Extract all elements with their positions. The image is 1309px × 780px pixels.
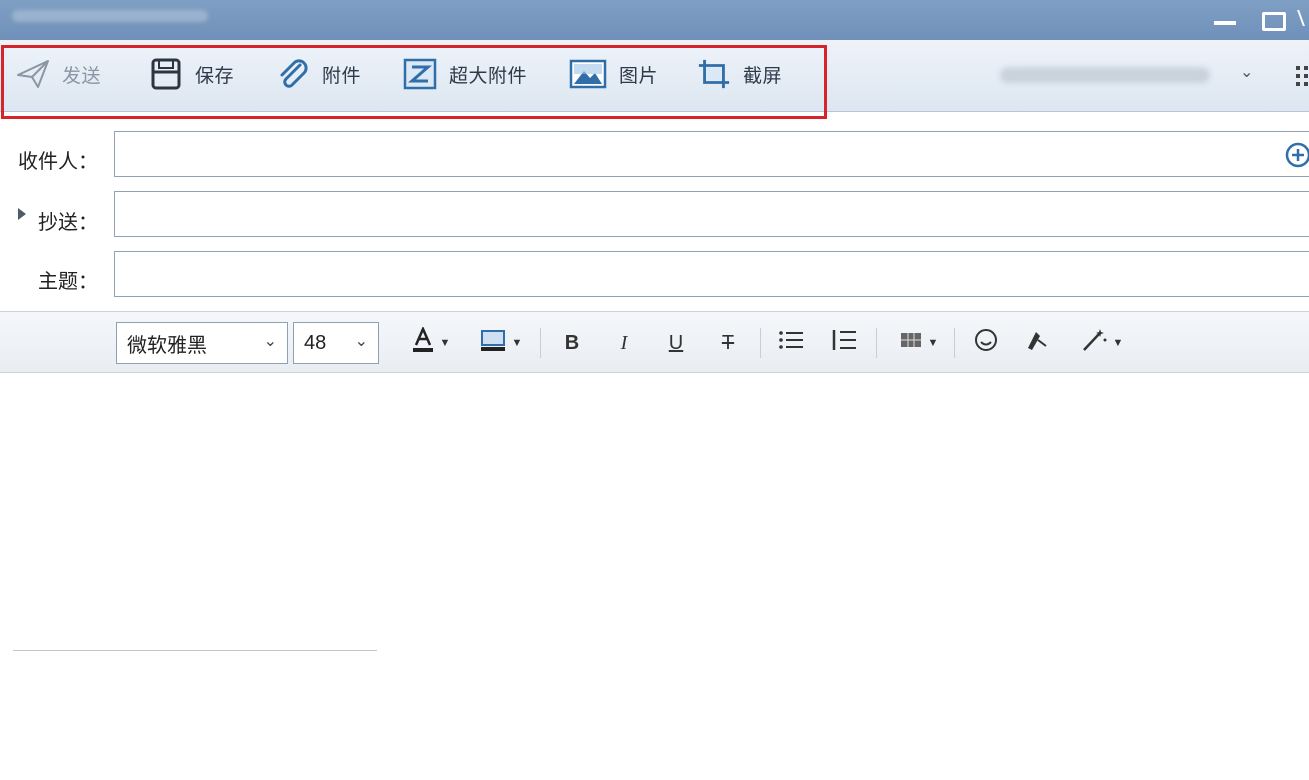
- save-label: 保存: [195, 65, 235, 87]
- cc-label: 抄送：: [38, 212, 98, 234]
- bullet-list-icon: [778, 329, 804, 357]
- title-bar: [0, 0, 1309, 40]
- font-color-icon: [412, 325, 434, 359]
- big-attachment-icon: [403, 57, 437, 91]
- attachment-button[interactable]: 附件: [276, 56, 361, 92]
- separator: [540, 328, 541, 358]
- dropdown-arrow-icon: ▼: [511, 337, 523, 349]
- send-label: 发送: [62, 65, 102, 87]
- magic-wand-button[interactable]: ▼: [1078, 327, 1126, 359]
- font-size-value: 48: [304, 331, 327, 354]
- screenshot-icon: [697, 57, 731, 91]
- message-body-editor[interactable]: [0, 374, 1309, 780]
- chevron-down-icon: ⌄: [354, 333, 368, 350]
- close-button[interactable]: [1300, 8, 1309, 30]
- window-title: [12, 10, 208, 22]
- table-icon: [900, 331, 922, 355]
- format-painter-button[interactable]: [1022, 327, 1050, 359]
- highlight-color-button[interactable]: ▼: [472, 327, 530, 359]
- picture-button[interactable]: 图片: [569, 56, 658, 92]
- big-attachment-label: 超大附件: [449, 65, 528, 87]
- emoji-icon: [974, 328, 998, 358]
- picture-label: 图片: [619, 65, 659, 87]
- cc-input[interactable]: [114, 191, 1309, 237]
- subject-input[interactable]: [114, 251, 1309, 297]
- compose-toolbar: 发送 保存 附件 超大附件 图片 截屏 ⌄: [0, 40, 1309, 112]
- send-icon: [16, 57, 50, 91]
- bullet-list-button[interactable]: [777, 327, 805, 359]
- dropdown-arrow-icon: ▼: [927, 337, 939, 349]
- strikethrough-button[interactable]: T: [715, 327, 741, 359]
- minimize-button[interactable]: [1212, 8, 1238, 30]
- expand-triangle-icon[interactable]: [18, 208, 26, 220]
- font-color-button[interactable]: ▼: [403, 325, 459, 359]
- paperclip-icon: [276, 57, 310, 91]
- to-row: 收件人：: [0, 131, 1309, 179]
- bold-button[interactable]: B: [559, 327, 585, 359]
- brush-icon: [1024, 328, 1048, 358]
- screenshot-label: 截屏: [743, 65, 783, 87]
- numbered-list-button[interactable]: [830, 327, 858, 359]
- italic-button[interactable]: I: [611, 327, 637, 359]
- font-size-select[interactable]: 48 ⌄: [293, 322, 379, 364]
- to-input[interactable]: [114, 131, 1309, 177]
- separator: [954, 328, 955, 358]
- add-contact-icon[interactable]: [1285, 142, 1309, 173]
- chevron-down-icon[interactable]: ⌄: [1240, 62, 1253, 82]
- table-button[interactable]: ▼: [895, 327, 943, 359]
- dropdown-arrow-icon: ▼: [1112, 337, 1124, 349]
- emoji-button[interactable]: [972, 327, 1000, 359]
- attachment-label: 附件: [322, 65, 362, 87]
- numbered-list-icon: [831, 328, 857, 358]
- separator: [760, 328, 761, 358]
- underline-button[interactable]: U: [663, 327, 689, 359]
- signature-divider: [13, 650, 377, 651]
- screenshot-button[interactable]: 截屏: [697, 56, 782, 92]
- dropdown-arrow-icon: ▼: [439, 337, 451, 349]
- font-select[interactable]: 微软雅黑 ⌄: [116, 322, 288, 364]
- to-label: 收件人：: [18, 151, 98, 173]
- highlight-color-icon: [480, 328, 506, 358]
- maximize-button[interactable]: [1259, 8, 1286, 31]
- separator: [876, 328, 877, 358]
- save-icon: [149, 57, 183, 91]
- subject-label: 主题：: [38, 271, 98, 293]
- subject-row: 主题：: [0, 251, 1309, 299]
- font-value: 微软雅黑: [127, 334, 207, 357]
- format-toolbar: 微软雅黑 ⌄ 48 ⌄ ▼ ▼ B I U T ▼ ▼: [0, 311, 1309, 373]
- cc-row: 抄送：: [0, 191, 1309, 239]
- magic-wand-icon: [1081, 328, 1107, 358]
- account-selector[interactable]: [1000, 67, 1210, 83]
- big-attachment-button[interactable]: 超大附件: [403, 56, 527, 92]
- send-button[interactable]: 发送: [16, 56, 101, 92]
- picture-icon: [569, 57, 607, 91]
- apps-grid-icon[interactable]: [1294, 64, 1309, 88]
- chevron-down-icon: ⌄: [263, 333, 277, 350]
- save-button[interactable]: 保存: [149, 56, 234, 92]
